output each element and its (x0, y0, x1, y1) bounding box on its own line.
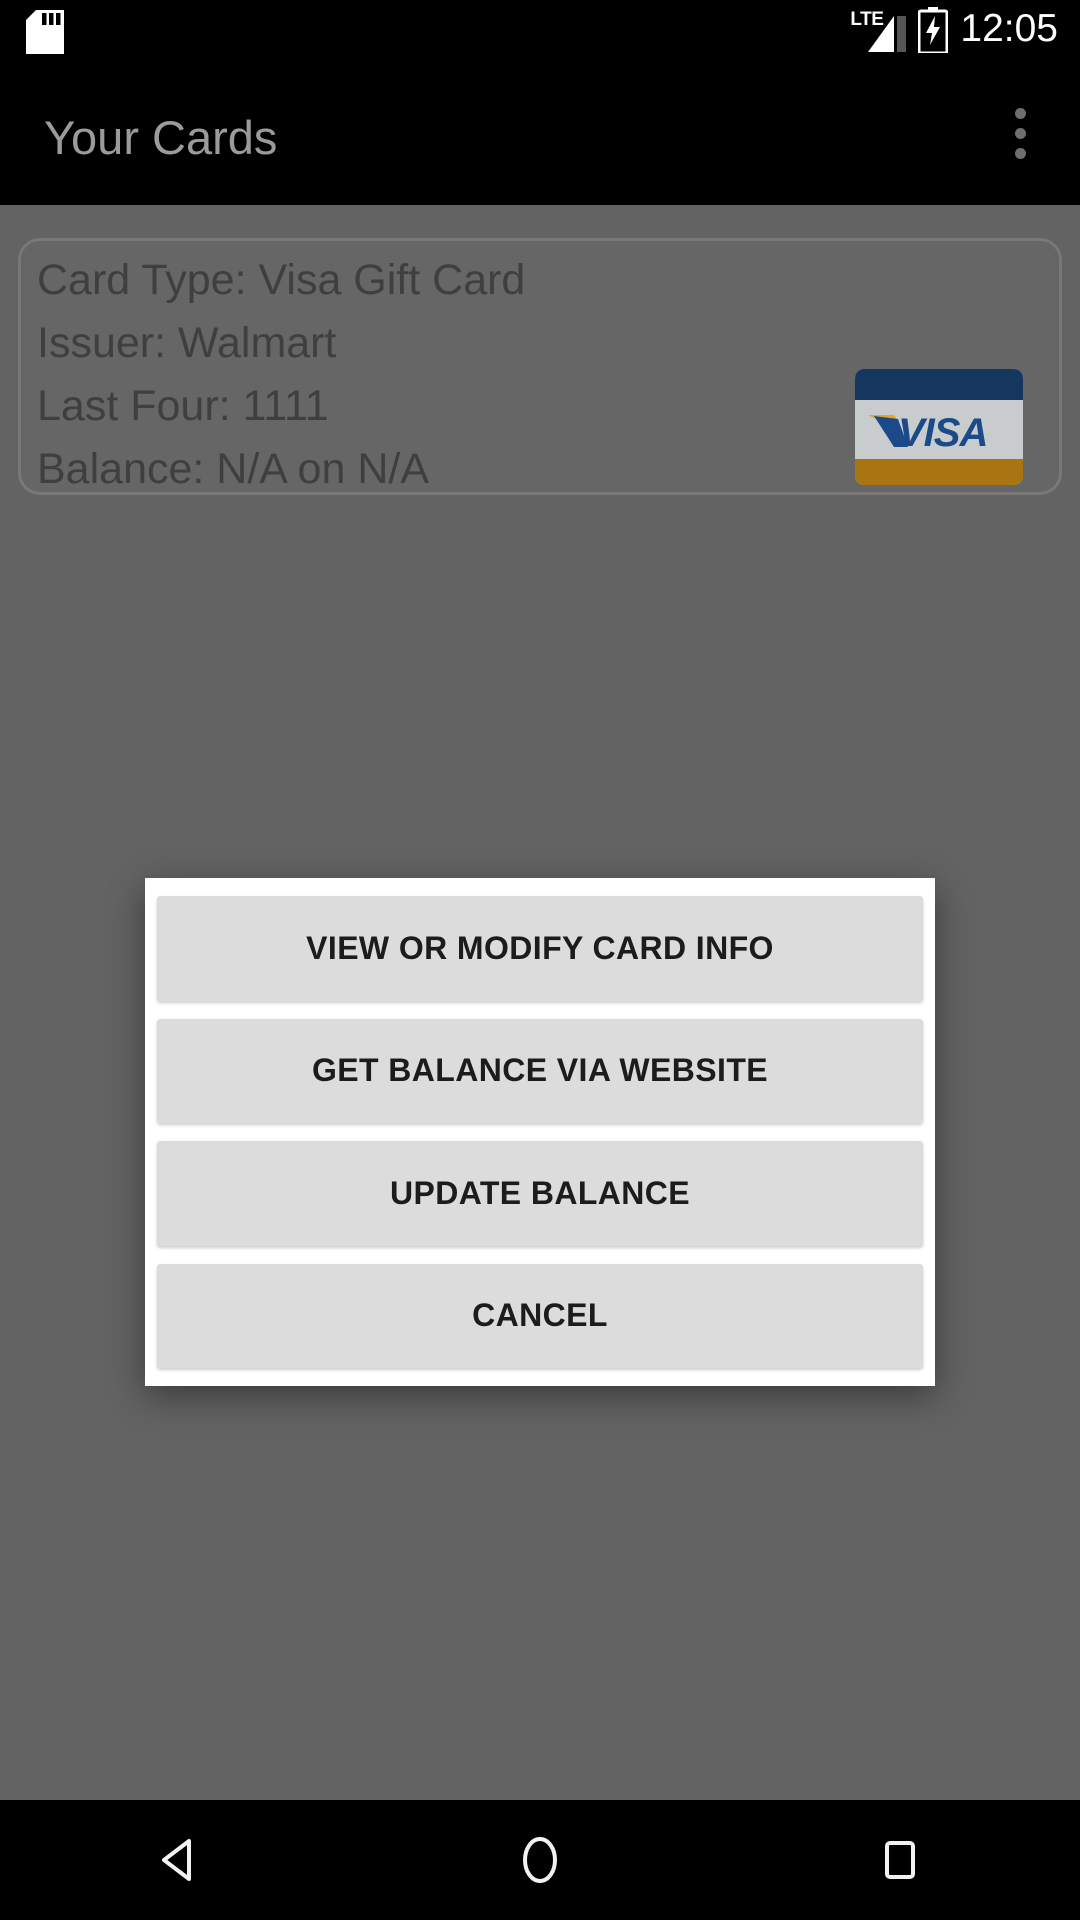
overflow-dot (1014, 147, 1026, 159)
sd-card-icon (26, 10, 64, 54)
navigation-bar (0, 1800, 1080, 1920)
recents-square-icon[interactable] (840, 1800, 960, 1920)
visa-logo: VISA (855, 369, 1023, 485)
phone-screen: LTE 12:05 Your Cards Card Type: Visa Gif… (0, 0, 1080, 1920)
visa-logo-bottom-band (855, 459, 1023, 485)
network-indicator: LTE (850, 8, 907, 52)
back-triangle-icon[interactable] (120, 1800, 240, 1920)
app-bar: Your Cards (0, 60, 1080, 205)
visa-logo-top-band (855, 369, 1023, 400)
card-list-item[interactable]: Card Type: Visa Gift Card Issuer: Walmar… (18, 238, 1062, 495)
overflow-dot (1014, 107, 1026, 119)
signal-bars-icon (868, 16, 907, 52)
card-last-four-line: Last Four: 1111 (37, 382, 329, 430)
page-title: Your Cards (44, 111, 278, 164)
overflow-dot (1014, 127, 1026, 139)
overflow-menu-icon[interactable] (984, 96, 1056, 170)
card-type-line: Card Type: Visa Gift Card (37, 256, 526, 304)
card-issuer-line: Issuer: Walmart (37, 319, 337, 367)
get-balance-via-website-button[interactable]: GET BALANCE VIA WEBSITE (157, 1018, 923, 1123)
home-circle-icon[interactable] (480, 1800, 600, 1920)
status-icons-group: LTE 12:05 (850, 0, 1058, 60)
view-or-modify-card-info-button[interactable]: VIEW OR MODIFY CARD INFO (157, 896, 923, 1001)
update-balance-button[interactable]: UPDATE BALANCE (157, 1141, 923, 1246)
status-bar: LTE 12:05 (0, 0, 1080, 60)
cancel-button[interactable]: CANCEL (157, 1263, 923, 1368)
battery-charging-icon (917, 7, 949, 55)
card-details: Card Type: Visa Gift Card Issuer: Walmar… (37, 249, 525, 501)
visa-logo-wordmark: VISA (855, 400, 1023, 459)
card-balance-line: Balance: N/A on N/A (37, 445, 429, 493)
content-scrim: Card Type: Visa Gift Card Issuer: Walmar… (0, 205, 1080, 1800)
status-bar-clock: 12:05 (960, 7, 1058, 50)
svg-text:VISA: VISA (898, 411, 987, 453)
card-actions-dialog: VIEW OR MODIFY CARD INFO GET BALANCE VIA… (145, 878, 935, 1386)
